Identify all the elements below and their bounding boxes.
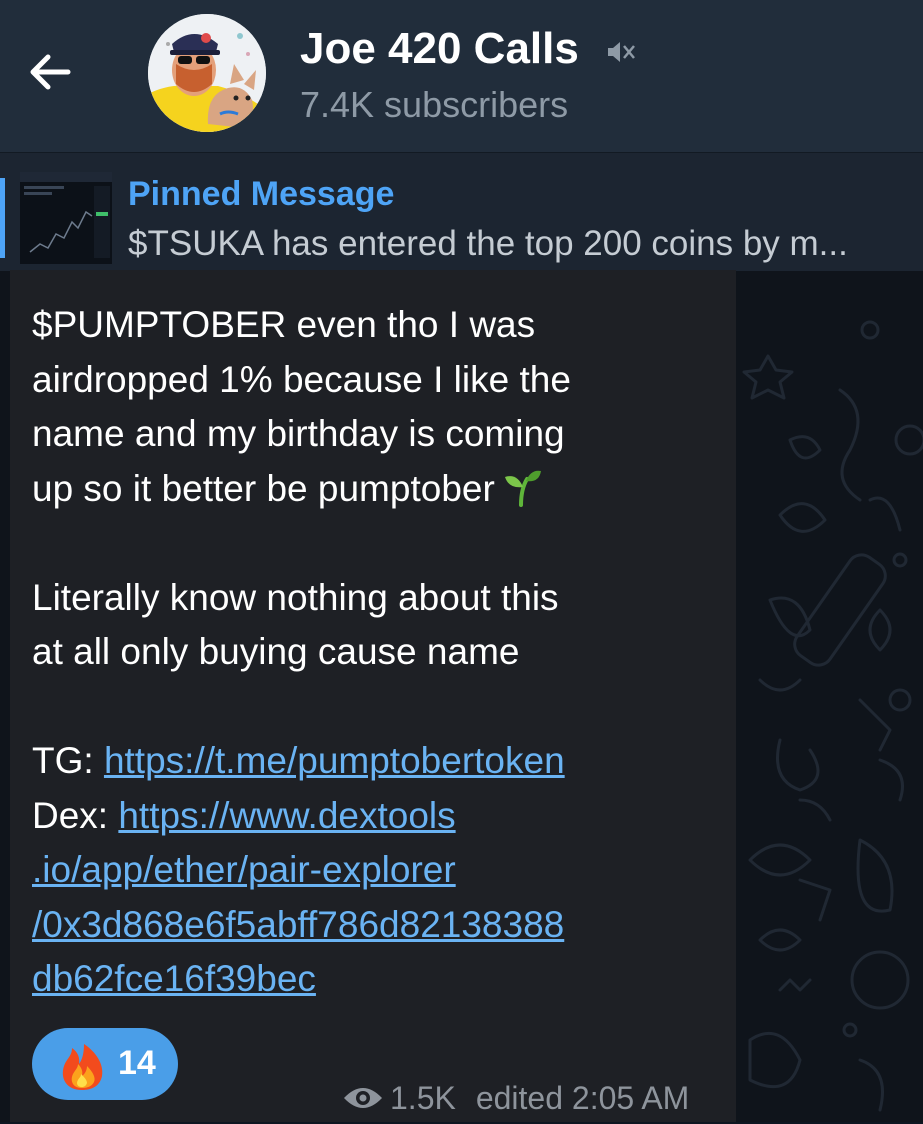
telegram-link[interactable]: https://t.me/pumptobertoken [104,740,565,781]
pinned-accent-bar [0,178,5,258]
tg-line: TG: https://t.me/pumptobertoken [32,734,732,789]
message-line: up so it better be pumptober [32,467,495,509]
chart-thumbnail-icon [20,172,112,264]
pinned-preview-text: $TSUKA has entered the top 200 coins by … [128,224,848,263]
pinned-title: Pinned Message [128,175,395,213]
tg-label: TG: [32,740,104,781]
dextools-link-part[interactable]: https://www.dextools [118,795,455,836]
pinned-thumbnail [20,172,112,264]
seedling-emoji [504,470,541,507]
fire-emoji [62,1044,103,1090]
message-line: at all only buying cause name [32,631,520,672]
avatar-illustration [148,14,266,132]
message-line: Literally know nothing about this [32,576,559,618]
arrow-left-icon [30,54,71,90]
dex-label: Dex: [32,794,119,836]
edited-timestamp: edited 2:05 AM [475,1080,690,1116]
eye-icon [344,1088,382,1108]
message-text: $PUMPTOBER even tho I was airdropped 1% … [32,298,732,1007]
dextools-link-part[interactable]: .io/app/ether/pair-explorer [32,849,456,890]
message-meta: 1.5K edited 2:05 AM [342,1080,689,1124]
channel-title[interactable]: Joe 420 Calls [300,24,579,74]
view-count: 1.5K [390,1080,456,1116]
dextools-link-part[interactable]: db62fce16f39bec [32,958,316,999]
dex-line: /0x3d868e6f5abff786d82138388 [32,898,732,953]
message-line: $PUMPTOBER even tho I was [32,304,536,345]
dex-line: db62fce16f39bec [32,952,732,1007]
message-line-with-emoji: up so it better be pumptober [32,462,732,517]
muted-speaker-icon [608,42,635,62]
reaction-count: 14 [118,1044,156,1082]
subscriber-count: 7.4K subscribers [300,84,569,125]
dextools-link-part[interactable]: /0x3d868e6f5abff786d82138388 [32,904,564,945]
message-line: name and my birthday is coming [32,413,565,454]
dex-line: .io/app/ether/pair-explorer [32,843,732,898]
message-line: airdropped 1% because I like the [32,358,571,400]
back-button[interactable] [24,46,76,98]
dex-line: Dex: https://www.dextools [32,789,732,844]
channel-avatar[interactable] [148,14,266,132]
chat-header: Joe 420 Calls 7.4K subscribers [0,0,923,152]
reaction-button[interactable]: 14 [32,1028,178,1100]
